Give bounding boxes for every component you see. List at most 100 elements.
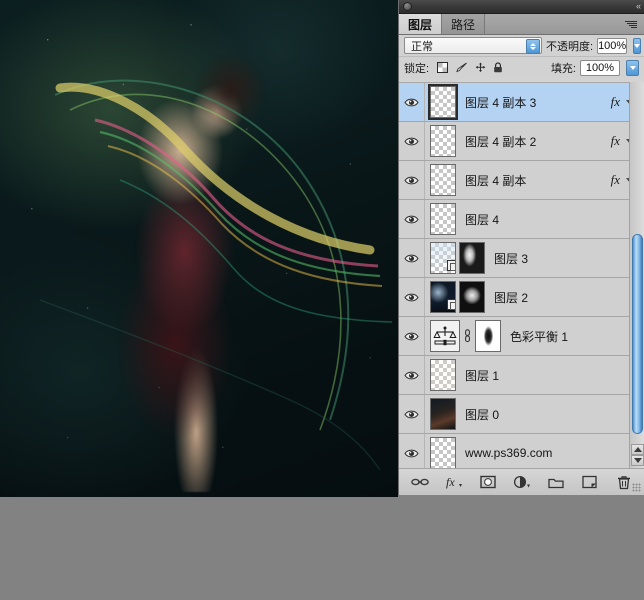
layer-row[interactable]: www.ps369.com: [399, 434, 644, 468]
collapse-panel-icon[interactable]: «: [636, 2, 641, 11]
layer-thumbnails: [425, 359, 456, 391]
layer-thumbnail[interactable]: [430, 359, 456, 391]
layer-thumbnails: [425, 437, 456, 468]
layer-thumbnail[interactable]: [430, 242, 456, 274]
layer-mask-thumbnail[interactable]: [459, 281, 485, 313]
panel-dot-icon: [403, 2, 412, 11]
lock-all-icon[interactable]: [493, 62, 503, 73]
panel-resize-grip[interactable]: [632, 483, 641, 492]
layers-panel-footer: fx: [399, 468, 644, 495]
layer-name[interactable]: 图层 4 副本 2: [456, 133, 611, 150]
opacity-dropdown-icon[interactable]: [633, 37, 642, 54]
layer-thumbnail[interactable]: [430, 125, 456, 157]
blend-opacity-row: 正常 不透明度: 100%: [399, 35, 644, 56]
fill-label: 填充:: [550, 62, 576, 75]
opacity-input[interactable]: 100%: [597, 37, 628, 54]
layer-thumbnails: [425, 164, 456, 196]
layer-row[interactable]: 图层 1: [399, 356, 644, 395]
new-layer-icon[interactable]: [581, 473, 599, 491]
layer-row[interactable]: 图层 4 副本 2 fx: [399, 122, 644, 161]
document-canvas[interactable]: [0, 0, 398, 497]
layer-visibility-toggle[interactable]: [399, 122, 425, 160]
smart-object-badge-icon: [447, 299, 455, 310]
layer-mask-icon[interactable]: [479, 473, 497, 491]
scroll-down-button[interactable]: [631, 455, 644, 466]
adjustment-color-balance-icon[interactable]: [430, 320, 460, 352]
panel-title-bar[interactable]: «: [399, 0, 644, 14]
fill-dropdown-icon[interactable]: [626, 59, 639, 76]
layer-thumbnails: [425, 398, 456, 430]
layer-mask-thumbnail[interactable]: [459, 242, 485, 274]
folder-icon[interactable]: [547, 473, 565, 491]
scroll-up-button[interactable]: [631, 444, 644, 455]
layer-thumbnail[interactable]: [428, 84, 458, 120]
lock-image-pixels-icon[interactable]: [455, 62, 468, 73]
layer-row[interactable]: 图层 4 副本 fx: [399, 161, 644, 200]
layer-visibility-toggle[interactable]: [399, 317, 425, 355]
layer-thumbnail[interactable]: [430, 281, 456, 313]
tab-layers[interactable]: 图层: [399, 14, 443, 34]
layer-visibility-toggle[interactable]: [399, 200, 425, 238]
layer-thumbnail[interactable]: [430, 437, 456, 468]
lock-fill-row: 锁定: 填充: 100%: [399, 56, 644, 78]
adjustment-layer-icon[interactable]: [513, 473, 531, 491]
layer-thumbnail[interactable]: [430, 398, 456, 430]
light-ribbons: [0, 0, 398, 497]
layer-name[interactable]: 图层 4 副本: [456, 172, 611, 189]
layer-thumbnails: [425, 125, 456, 157]
layer-thumbnails: [425, 281, 485, 313]
layer-name[interactable]: 图层 2: [485, 289, 634, 306]
fx-icon[interactable]: fx: [445, 473, 463, 491]
panel-menu-icon[interactable]: [625, 18, 639, 30]
layers-panel: « 图层 路径 正常 不透明度: 100% 锁定: 填充: 100% 图层 4 …: [398, 0, 644, 495]
layer-visibility-toggle[interactable]: [399, 239, 425, 277]
smart-object-badge-icon: [447, 260, 455, 271]
lock-position-icon[interactable]: [475, 62, 486, 73]
screen: « 图层 路径 正常 不透明度: 100% 锁定: 填充: 100% 图层 4 …: [0, 0, 644, 600]
lock-label: 锁定:: [404, 62, 430, 75]
layer-thumbnail[interactable]: [430, 203, 456, 235]
layer-row[interactable]: 图层 3: [399, 239, 644, 278]
blend-mode-spinner-icon[interactable]: [526, 39, 540, 54]
layer-list[interactable]: 图层 4 副本 3 fx 图层 4 副本 2 fx 图层 4 副本 fx 图层 4 图层 3图…: [399, 82, 644, 468]
layer-name[interactable]: 图层 0: [456, 406, 634, 423]
layer-visibility-toggle[interactable]: [399, 278, 425, 316]
link-icon[interactable]: [410, 473, 429, 491]
layer-list-scrollbar[interactable]: [629, 82, 644, 468]
mask-link-icon[interactable]: [463, 326, 472, 346]
layer-thumbnails: [425, 242, 485, 274]
layer-visibility-toggle[interactable]: [399, 356, 425, 394]
layer-visibility-toggle[interactable]: [399, 161, 425, 199]
layer-row[interactable]: 图层 4 副本 3 fx: [399, 83, 644, 122]
layer-name[interactable]: 图层 4: [456, 211, 634, 228]
panel-tab-strip: 图层 路径: [399, 14, 644, 35]
layer-visibility-toggle[interactable]: [399, 83, 425, 121]
layer-thumbnails: [425, 203, 456, 235]
tab-paths[interactable]: 路径: [442, 14, 486, 34]
fx-icon[interactable]: fx: [611, 94, 620, 110]
layer-name[interactable]: 色彩平衡 1: [501, 328, 634, 345]
blend-mode-select[interactable]: 正常: [404, 37, 542, 54]
svg-text:fx: fx: [446, 475, 455, 489]
opacity-label: 不透明度:: [546, 40, 594, 53]
fx-icon[interactable]: fx: [611, 172, 620, 188]
layer-visibility-toggle[interactable]: [399, 395, 425, 433]
lock-transparent-pixels-icon[interactable]: [437, 62, 449, 73]
layer-name[interactable]: 图层 4 副本 3: [456, 94, 611, 111]
layer-name[interactable]: 图层 3: [485, 250, 634, 267]
scrollbar-thumb[interactable]: [632, 234, 643, 434]
layer-row[interactable]: 图层 2: [399, 278, 644, 317]
blend-mode-value: 正常: [411, 40, 433, 53]
layer-name[interactable]: 图层 1: [456, 367, 634, 384]
layer-row[interactable]: 图层 0: [399, 395, 644, 434]
layer-thumbnail[interactable]: [430, 164, 456, 196]
fill-input[interactable]: 100%: [580, 59, 620, 76]
layer-row[interactable]: 色彩平衡 1: [399, 317, 644, 356]
layer-row[interactable]: 图层 4: [399, 200, 644, 239]
layer-mask-thumbnail[interactable]: [475, 320, 501, 352]
fx-icon[interactable]: fx: [611, 133, 620, 149]
layer-thumbnails: [425, 320, 501, 352]
layer-visibility-toggle[interactable]: [399, 434, 425, 468]
trash-icon[interactable]: [615, 473, 633, 491]
layer-name[interactable]: www.ps369.com: [456, 446, 634, 460]
